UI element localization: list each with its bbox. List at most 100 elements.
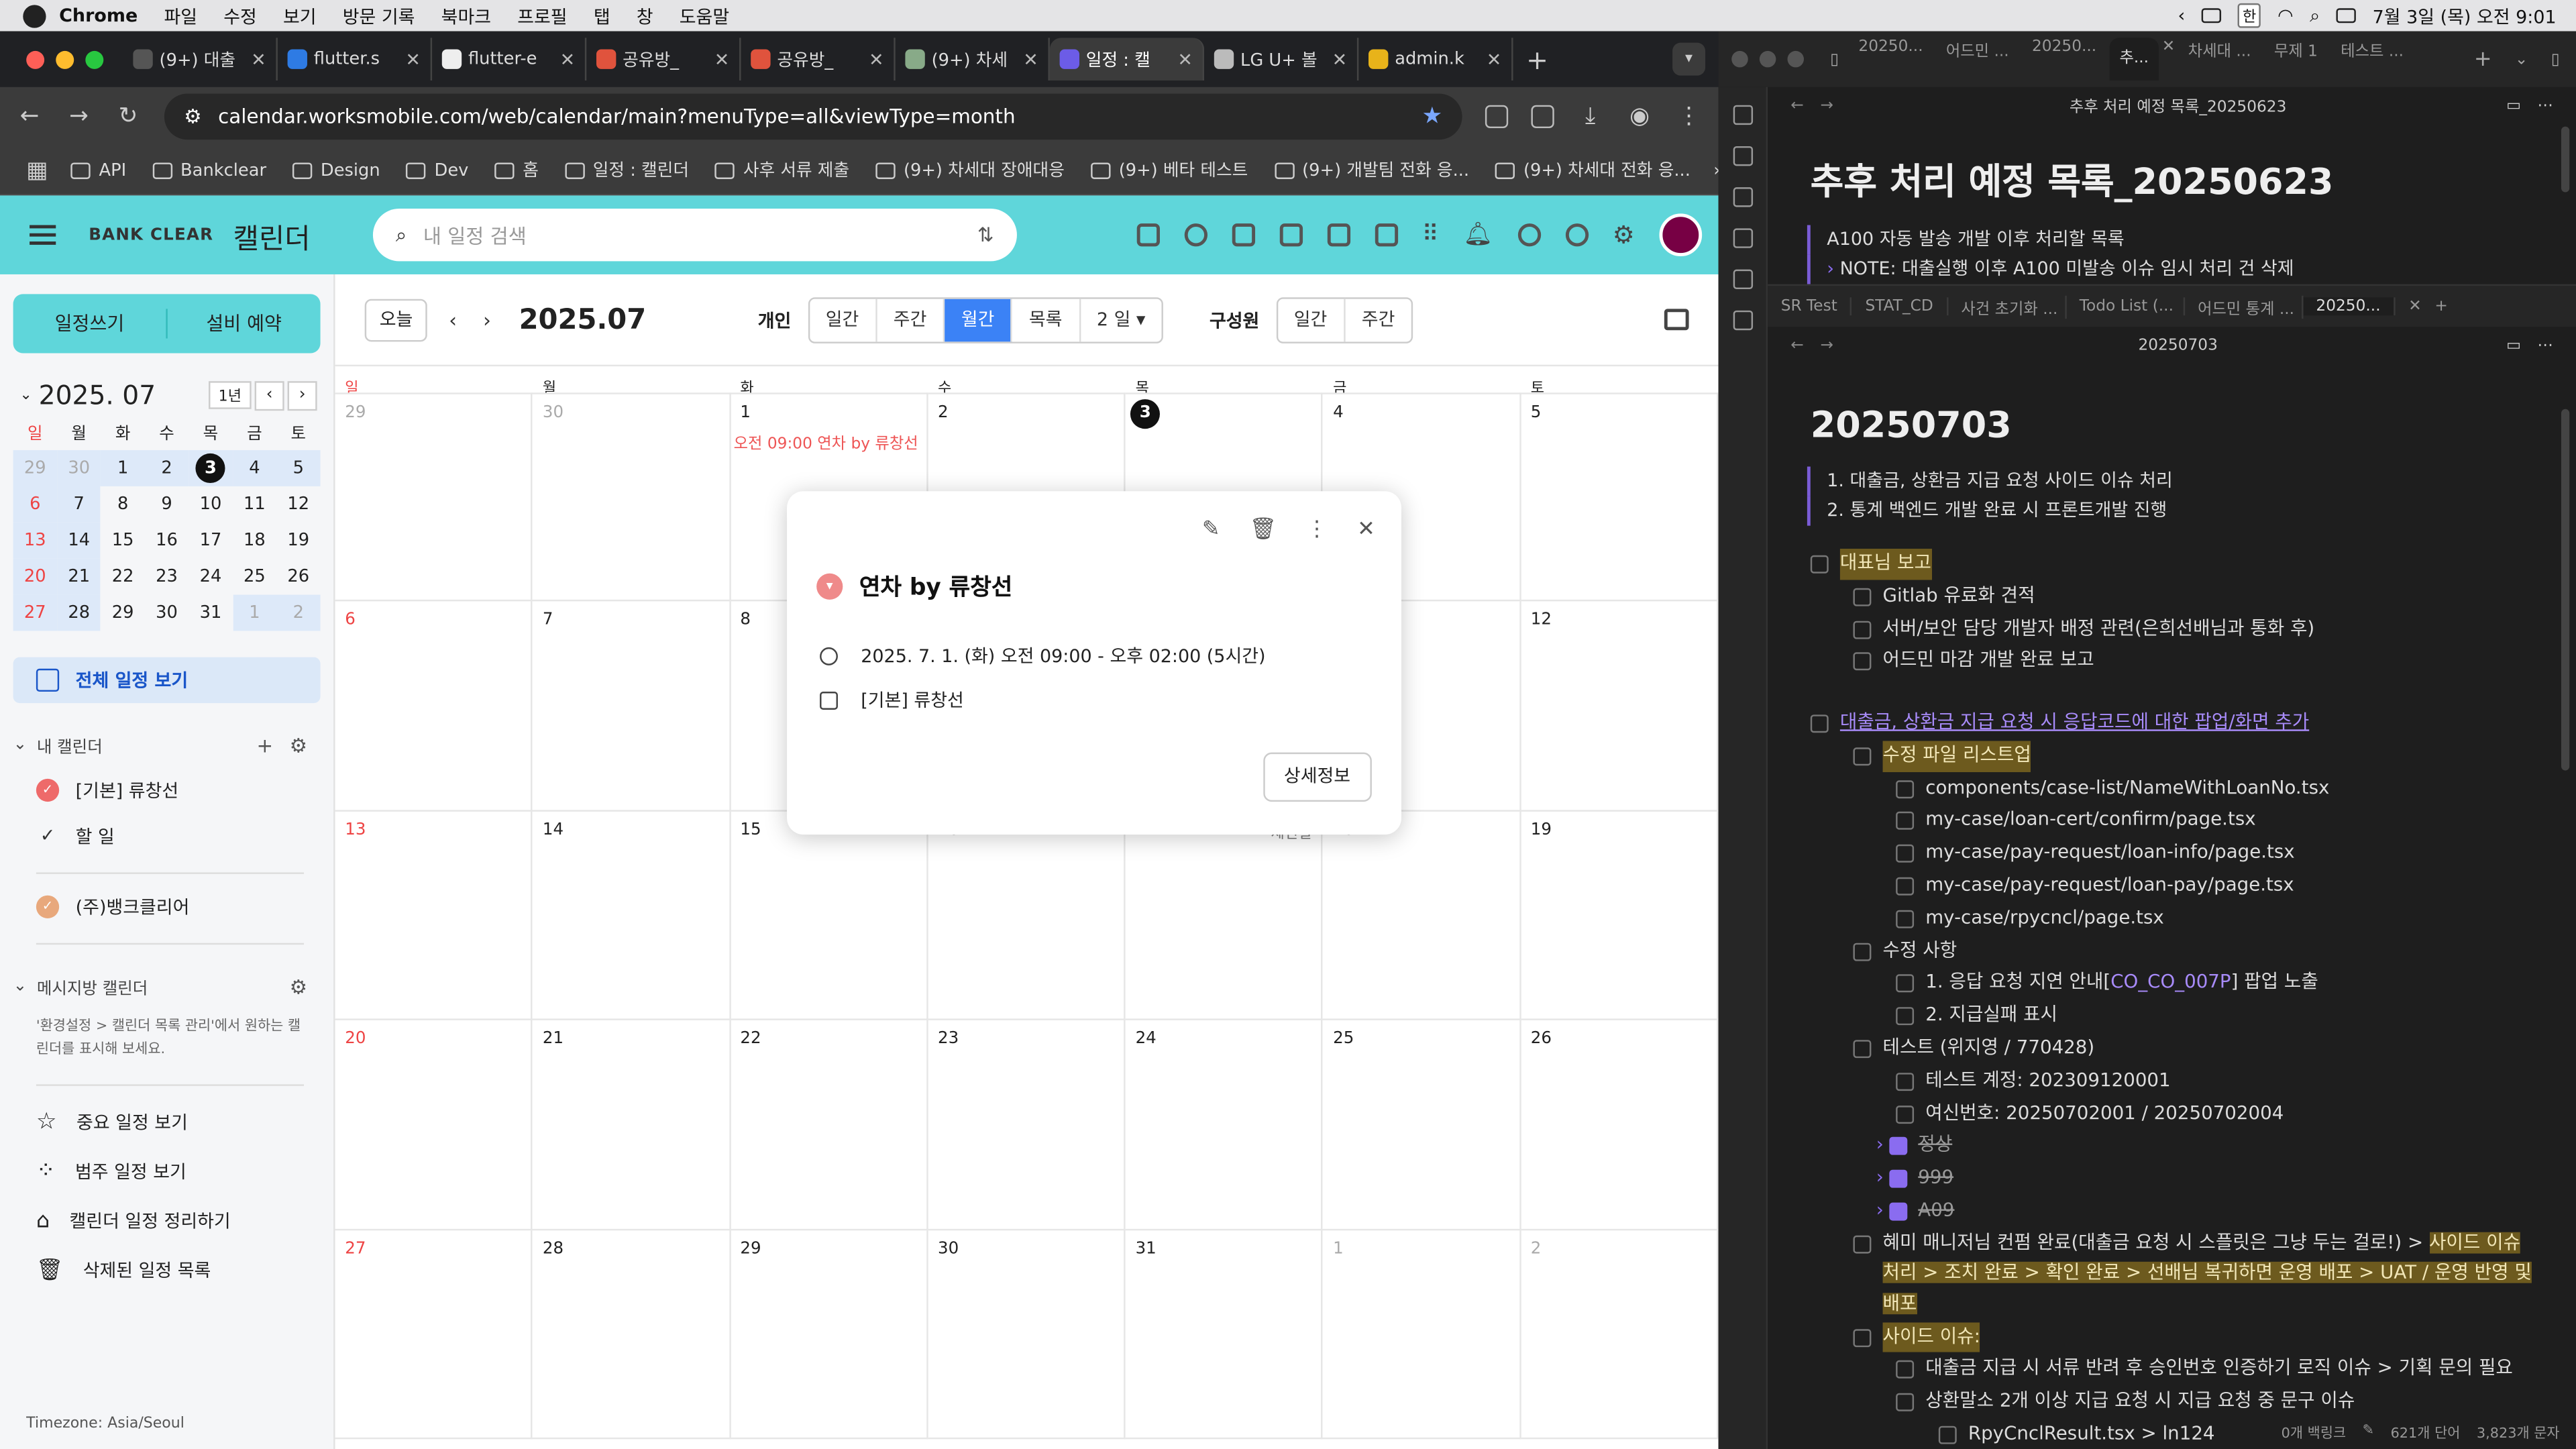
task-item[interactable]: 수정 파일 리스트업 <box>1811 741 2543 771</box>
mini-day[interactable]: 19 <box>276 523 320 559</box>
browser-tab[interactable]: 일정 : 캘 ✕ <box>1049 38 1205 81</box>
mail-icon[interactable] <box>1231 223 1254 247</box>
task-item[interactable]: 2. 지급실패 표시 <box>1811 1001 2543 1032</box>
new-tab-button[interactable]: + <box>2434 297 2448 315</box>
mini-calendar-title[interactable]: 2025. 07 <box>39 380 156 411</box>
close-icon[interactable]: ✕ <box>869 48 884 70</box>
day-cell[interactable]: 1 <box>1323 1230 1521 1440</box>
day-cell[interactable]: 13 <box>335 811 533 1021</box>
chevron-left-icon[interactable]: ‹ <box>2178 5 2186 26</box>
input-source-indicator[interactable]: 한 <box>2237 3 2261 28</box>
menu-history[interactable]: 방문 기록 <box>343 3 415 29</box>
next-period-button[interactable]: › <box>478 308 496 331</box>
bookmark-item[interactable]: (9+) 개발팀 전화 응... <box>1274 158 1469 182</box>
calendar-icon[interactable] <box>1733 146 1754 166</box>
bookmark-item[interactable]: Bankclear <box>152 158 266 182</box>
day-cell[interactable]: 14 <box>533 811 731 1021</box>
mini-day[interactable]: 29 <box>13 450 57 486</box>
day-cell[interactable]: 23 <box>928 1020 1126 1230</box>
close-icon[interactable]: ✕ <box>1177 48 1193 70</box>
day-cell[interactable]: 18 <box>1323 811 1521 1021</box>
day-cell[interactable]: 15 <box>730 811 928 1021</box>
browser-tab[interactable]: admin.k ✕ <box>1358 38 1513 81</box>
download-icon[interactable]: ⤓ <box>1577 103 1603 129</box>
mini-day[interactable]: 8 <box>101 486 144 523</box>
close-icon[interactable]: ✕ <box>2408 297 2422 315</box>
next-month-button[interactable]: › <box>287 380 317 411</box>
mini-day[interactable]: 21 <box>56 558 101 595</box>
mini-day[interactable]: 1 <box>232 594 277 631</box>
task-checkbox[interactable] <box>1896 1360 1915 1379</box>
day-cell[interactable]: 28 <box>533 1230 731 1440</box>
task-item[interactable]: 어드민 마감 개발 완료 보고 <box>1811 646 2543 677</box>
details-button[interactable]: 상세정보 <box>1263 752 1372 802</box>
close-icon[interactable]: ✕ <box>1023 48 1038 70</box>
mini-day[interactable]: 31 <box>189 595 232 631</box>
mini-day[interactable]: 18 <box>233 523 276 559</box>
task-item[interactable]: 혜미 매니저님 컨펌 완료(대출금 요청 시 스플릿은 그냥 두는 걸로!) >… <box>1811 1228 2543 1320</box>
mini-day[interactable]: 26 <box>276 559 320 595</box>
day-cell[interactable]: 2 <box>1521 1230 1719 1440</box>
close-icon[interactable]: ✕ <box>1487 48 1502 70</box>
task-checkbox[interactable] <box>1896 1072 1915 1091</box>
view-list-button[interactable]: 목록 <box>1012 298 1081 341</box>
menu-window[interactable]: 창 <box>637 3 653 29</box>
mini-day[interactable]: 17 <box>189 523 232 559</box>
calendar-item-default[interactable]: ✓ [기본] 류창선 <box>36 777 333 803</box>
close-icon[interactable]: ✕ <box>714 48 730 70</box>
mini-day[interactable]: 20 <box>13 558 57 595</box>
mini-day[interactable]: 29 <box>101 595 144 631</box>
mini-day[interactable]: 25 <box>233 559 276 595</box>
close-icon[interactable]: ✕ <box>1357 517 1375 542</box>
scrollbar[interactable] <box>2561 409 2570 771</box>
edit-icon[interactable]: ✎ <box>1202 517 1220 542</box>
mini-day[interactable]: 2 <box>276 594 321 631</box>
search-filter-icon[interactable]: ⇅ <box>977 223 994 246</box>
more-icon[interactable]: ⋯ <box>2537 336 2553 354</box>
trash-icon[interactable]: 🗑︎ <box>1250 517 1277 542</box>
task-checkbox[interactable] <box>1853 1040 1872 1059</box>
chevron-down-icon[interactable]: ⌄ <box>2515 50 2528 68</box>
bookmark-item[interactable]: 사후 서류 제출 <box>715 158 849 182</box>
event-chip[interactable]: 오전 09:00 연차 by 류창선 <box>734 431 918 453</box>
chrome-menu-icon[interactable]: ⋮ <box>1676 103 1702 129</box>
year-view-button[interactable]: 1년 <box>208 381 252 409</box>
zoom-window-button[interactable] <box>85 50 104 68</box>
task-checkbox[interactable] <box>1853 620 1872 639</box>
check-icon[interactable]: ✓ <box>36 778 60 802</box>
reading-view-icon[interactable]: ▭ <box>2506 336 2521 354</box>
mini-day[interactable]: 24 <box>189 559 232 595</box>
task-checkbox[interactable] <box>1896 1393 1915 1412</box>
file-icon[interactable] <box>1733 105 1754 125</box>
task-checkbox[interactable] <box>1810 555 1829 574</box>
back-icon[interactable]: ← <box>1790 96 1804 114</box>
task-checkbox[interactable] <box>1896 845 1915 863</box>
task-checkbox[interactable] <box>1938 1426 1957 1444</box>
mini-day[interactable]: 11 <box>233 486 276 523</box>
task-item[interactable]: Gitlab 유료화 견적 <box>1811 581 2543 612</box>
mini-day[interactable]: 9 <box>145 486 189 523</box>
forward-icon[interactable]: → <box>1820 336 1833 354</box>
obsidian-tab[interactable]: 20250... <box>2022 38 2106 80</box>
org-chart-icon[interactable] <box>1517 223 1541 247</box>
day-cell[interactable]: 27 <box>335 1230 533 1440</box>
member-day-button[interactable]: 일간 <box>1277 298 1346 341</box>
mini-day[interactable]: 10 <box>189 486 232 523</box>
task-item[interactable]: › A09 <box>1811 1195 2543 1226</box>
bookmark-item[interactable]: Dev <box>406 158 468 182</box>
menu-edit[interactable]: 수정 <box>223 3 257 29</box>
reading-view-icon[interactable]: ▭ <box>2506 96 2521 114</box>
important-events-link[interactable]: ☆ 중요 일정 보기 <box>36 1109 333 1135</box>
reload-icon[interactable]: ↻ <box>115 103 141 129</box>
browser-tab[interactable]: (9+) 차세 ✕ <box>896 38 1050 81</box>
day-cell[interactable]: 30 <box>928 1230 1126 1440</box>
task-item[interactable]: my-case/rpycncl/page.tsx <box>1811 903 2543 934</box>
task-item[interactable]: components/case-list/NameWithLoanNo.tsx <box>1811 773 2543 804</box>
avatar[interactable] <box>1659 213 1703 257</box>
tab-search-button[interactable]: ▾ <box>1672 42 1706 76</box>
print-icon[interactable] <box>1664 309 1689 331</box>
menu-app[interactable]: Chrome <box>59 5 138 26</box>
day-cell[interactable]: 12 <box>1521 602 1719 812</box>
mini-day[interactable]: 7 <box>56 486 101 523</box>
category-events-link[interactable]: ⁘ 범주 일정 보기 <box>36 1159 333 1185</box>
